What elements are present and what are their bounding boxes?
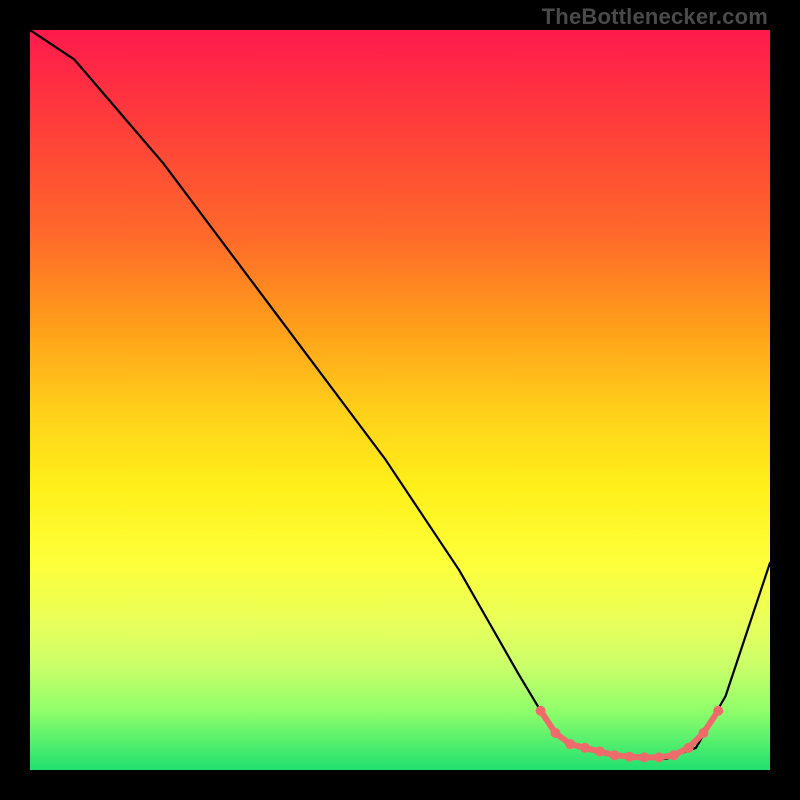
optimal-marker-dot bbox=[669, 750, 679, 760]
optimal-marker-dot bbox=[684, 743, 694, 753]
optimal-marker-dot bbox=[536, 706, 546, 716]
plot-area bbox=[30, 30, 770, 770]
optimal-marker-dot bbox=[580, 743, 590, 753]
optimal-marker-dot bbox=[698, 728, 708, 738]
chart-frame: TheBottlenecker.com bbox=[0, 0, 800, 800]
optimal-marker-dot bbox=[550, 728, 560, 738]
optimal-marker-dot bbox=[595, 747, 605, 757]
optimal-marker-dot bbox=[565, 739, 575, 749]
optimal-marker-dot bbox=[713, 706, 723, 716]
watermark-label: TheBottlenecker.com bbox=[542, 6, 768, 28]
optimal-marker-dot bbox=[639, 752, 649, 762]
optimal-marker-dot bbox=[624, 752, 634, 762]
optimal-markers-dots bbox=[536, 706, 724, 763]
bottleneck-curve bbox=[30, 30, 770, 759]
optimal-marker-dot bbox=[654, 752, 664, 762]
optimal-marker-dot bbox=[610, 750, 620, 760]
curve-layer bbox=[30, 30, 770, 770]
